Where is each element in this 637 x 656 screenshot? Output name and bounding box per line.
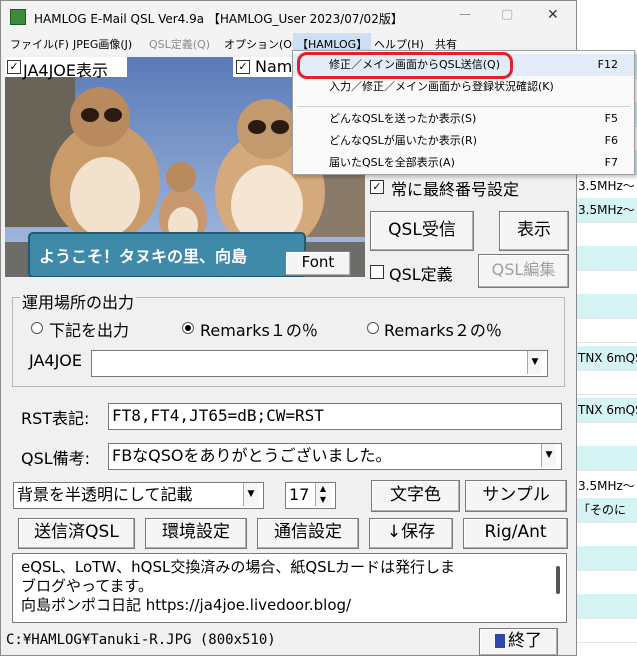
grid-row xyxy=(575,446,637,471)
menu-file[interactable]: ファイル(F) xyxy=(10,36,69,52)
grid-row xyxy=(575,222,637,247)
radio-remarks2-label: Remarks２の％ xyxy=(384,321,502,340)
qsl-edit-button[interactable]: QSL編集 xyxy=(478,254,569,288)
grid-row: 3.5MHz〜 xyxy=(575,174,637,199)
memo-line: ブログやってます。 xyxy=(21,577,154,595)
background-mode-select[interactable]: 背景を半透明にして記載 xyxy=(13,482,264,509)
minimize-button[interactable]: — xyxy=(459,7,471,21)
sample-button[interactable]: サンプル xyxy=(465,480,567,512)
close-button[interactable]: ✕ xyxy=(547,7,559,23)
menu-item-shortcut: F5 xyxy=(604,112,618,125)
char-color-button[interactable]: 文字色 xyxy=(371,480,460,512)
grid-row xyxy=(575,422,637,447)
door-icon xyxy=(495,634,505,648)
grid-row: 3.5MHz〜 xyxy=(575,198,637,223)
rig-ant-button[interactable]: Rig/Ant xyxy=(463,518,568,549)
last-number-label: 常に最終番号設定 xyxy=(391,180,520,199)
memo-textarea[interactable]: eQSL、LoTW、hQSL交換済みの場合、紙QSLカードは発行しま ブログやっ… xyxy=(12,553,567,623)
grid-row xyxy=(575,246,637,271)
rst-input[interactable]: FT8,FT4,JT65=dB;CW=RST xyxy=(108,403,562,430)
grid-row: 3.5MHz〜 xyxy=(575,474,637,499)
menu-jpeg[interactable]: JPEG画像(J) xyxy=(73,36,132,52)
menu-item-label: 入力／修正／メイン画面から登録状況確認(K) xyxy=(329,80,554,93)
grid-row xyxy=(575,370,637,395)
image-path-status: C:¥HAMLOG¥Tanuki-R.JPG (800x510) xyxy=(6,632,276,648)
chevron-down-icon[interactable]: ▼ xyxy=(243,483,258,506)
sent-qsl-button[interactable]: 送信済QSL xyxy=(18,518,135,549)
grid-row xyxy=(575,546,637,571)
remarks-input[interactable]: FBなQSOをありがとうございました。 xyxy=(108,443,562,470)
stepper-arrows-icon[interactable]: ▲ ▼ xyxy=(315,483,330,506)
grid-row xyxy=(575,294,637,319)
window-title: HAMLOG E-Mail QSL Ver4.9a 【HAMLOG_User 2… xyxy=(34,12,403,26)
app-icon xyxy=(10,9,26,25)
radio-remarks1-label: Remarks１の％ xyxy=(200,321,318,340)
checkbox-checked[interactable]: ✓ xyxy=(7,60,21,74)
menu-item-sent-qsl[interactable]: どんなQSLを送ったか表示(S) F5 xyxy=(293,108,634,130)
radio-output-below-label: 下記を出力 xyxy=(49,321,130,340)
qsl-def-label: QSL定義 xyxy=(389,265,453,284)
grid-row xyxy=(575,570,637,595)
menu-item-all-qsl[interactable]: 届いたQSLを全部表示(A) F7 xyxy=(293,152,634,174)
grid-row xyxy=(575,522,637,547)
menu-item-received-qsl[interactable]: どんなQSLが届いたか表示(R) F6 xyxy=(293,130,634,152)
grid-row xyxy=(575,618,637,643)
menu-item-check-status[interactable]: 入力／修正／メイン画面から登録状況確認(K) xyxy=(293,76,634,98)
memo-scrollbar[interactable] xyxy=(556,566,560,594)
menu-item-label: どんなQSLを送ったか表示(S) xyxy=(329,112,477,125)
grid-row xyxy=(575,270,637,295)
qsl-def-checkbox[interactable] xyxy=(370,265,384,279)
rst-label: RST表記: xyxy=(21,409,90,428)
show-button[interactable]: 表示 xyxy=(499,211,569,251)
sign-text: ようこそ！タヌキの里、向島 xyxy=(39,247,248,266)
grid-row: TNX 6mQS xyxy=(575,346,637,371)
grid-row xyxy=(575,318,637,343)
menu-item-label: 届いたQSLを全部表示(A) xyxy=(329,156,455,169)
memo-line: eQSL、LoTW、hQSL交換済みの場合、紙QSLカードは発行しま xyxy=(21,558,456,576)
grid-row: TNX 6mQS xyxy=(575,398,637,423)
chevron-down-icon[interactable]: ▼ xyxy=(527,351,542,374)
menu-separator xyxy=(297,106,630,107)
radio-remarks1[interactable] xyxy=(182,322,194,334)
memo-line: 向島ポンポコ日記 https://ja4joe.livedoor.blog/ xyxy=(21,596,352,614)
menu-item-label: どんなQSLが届いたか表示(R) xyxy=(329,134,477,147)
exit-button-label: 終了 xyxy=(508,631,542,651)
remarks-label: QSL備考: xyxy=(21,449,91,468)
comm-settings-button[interactable]: 通信設定 xyxy=(257,518,359,549)
menu-item-shortcut: F7 xyxy=(604,156,618,169)
menu-item-shortcut: F12 xyxy=(597,58,618,71)
last-number-checkbox[interactable]: ✓ xyxy=(370,180,384,194)
env-settings-button[interactable]: 環境設定 xyxy=(145,518,247,549)
grid-row: 「そのに xyxy=(575,498,637,523)
output-group-title: 運用場所の出力 xyxy=(20,289,137,313)
radio-output-below[interactable] xyxy=(31,322,43,334)
save-button[interactable]: ↓保存 xyxy=(369,518,453,549)
grid-row xyxy=(575,594,637,619)
checkbox-checked[interactable]: ✓ xyxy=(236,60,250,74)
highlight-annotation xyxy=(297,52,513,79)
exit-button[interactable]: 終了 xyxy=(479,628,558,656)
title-bar: HAMLOG E-Mail QSL Ver4.9a 【HAMLOG_User 2… xyxy=(1,1,576,33)
chevron-down-icon[interactable]: ▼ xyxy=(541,444,556,467)
radio-remarks2[interactable] xyxy=(367,322,379,334)
menu-option[interactable]: オプション(O) xyxy=(224,36,296,52)
menu-item-shortcut: F6 xyxy=(604,134,618,147)
callsign-toggle[interactable]: ✓ JA4JOE表示 xyxy=(5,57,127,80)
qsl-receive-button[interactable]: QSL受信 xyxy=(370,211,474,251)
font-button[interactable]: Font xyxy=(285,251,351,276)
location-call-label: JA4JOE xyxy=(29,351,82,370)
callsign-toggle-label: JA4JOE表示 xyxy=(23,61,108,80)
location-input[interactable] xyxy=(91,350,548,377)
menu-qsl-def[interactable]: QSL定義(Q) xyxy=(149,36,210,52)
maximize-button[interactable]: ▢ xyxy=(501,7,513,22)
